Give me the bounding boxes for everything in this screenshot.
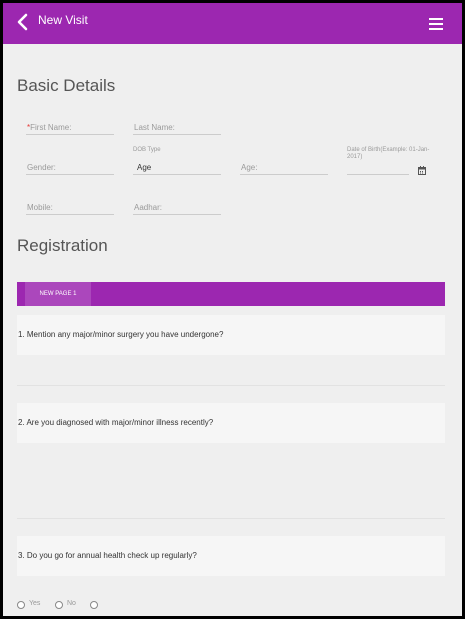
question-2: 2. Are you diagnosed with major/minor il…: [17, 403, 445, 443]
dob-field[interactable]: [347, 158, 409, 175]
mobile-placeholder: Mobile:: [27, 203, 53, 212]
chevron-left-icon: [17, 13, 28, 31]
dob-type-select[interactable]: Age: [133, 158, 221, 175]
back-button[interactable]: [14, 12, 34, 32]
basic-details-heading: Basic Details: [17, 76, 116, 95]
registration-heading: Registration: [17, 236, 108, 255]
dob-type-value: Age: [137, 163, 152, 172]
hamburger-menu-button[interactable]: [429, 18, 443, 32]
calendar-icon: [418, 166, 426, 175]
last-name-field[interactable]: Last Name:: [133, 118, 221, 135]
age-placeholder: Age:: [241, 163, 258, 172]
radio-circle-icon: [17, 601, 25, 609]
page-title: New Visit: [38, 13, 88, 27]
first-name-field[interactable]: *First Name:: [26, 118, 114, 135]
first-name-label: First Name:: [30, 123, 72, 132]
aadhar-field[interactable]: Aadhar:: [133, 198, 221, 215]
answer-2-divider: [17, 518, 445, 519]
dob-type-label: DOB Type: [133, 147, 161, 153]
question-text: 1. Mention any major/minor surgery you h…: [18, 330, 224, 339]
radio-yes-label: Yes: [29, 600, 41, 607]
first-name-placeholder: *First Name:: [27, 123, 71, 132]
gender-placeholder: Gender:: [27, 163, 56, 172]
radio-no-label: No: [67, 600, 76, 607]
aadhar-placeholder: Aadhar:: [134, 203, 163, 212]
page-tab-bar: NEW PAGE 1: [17, 282, 445, 306]
question-text: 3. Do you go for annual health check up …: [18, 551, 197, 560]
mobile-field[interactable]: Mobile:: [26, 198, 114, 215]
last-name-placeholder: Last Name:: [134, 123, 175, 132]
gender-field[interactable]: Gender:: [26, 158, 114, 175]
age-field[interactable]: Age:: [240, 158, 328, 175]
question-1: 1. Mention any major/minor surgery you h…: [17, 315, 445, 355]
radio-circle-icon: [55, 601, 63, 609]
radio-circle-icon: [90, 601, 98, 609]
question-3: 3. Do you go for annual health check up …: [17, 536, 445, 576]
app-bar: New Visit: [3, 3, 462, 44]
question-text: 2. Are you diagnosed with major/minor il…: [18, 418, 214, 427]
hamburger-icon: [429, 18, 443, 30]
app-frame: New Visit Basic Details *First Name: Las…: [3, 3, 462, 616]
calendar-button[interactable]: [418, 162, 426, 175]
answer-1-divider: [17, 385, 445, 386]
tab-new-page-1[interactable]: NEW PAGE 1: [25, 282, 91, 306]
